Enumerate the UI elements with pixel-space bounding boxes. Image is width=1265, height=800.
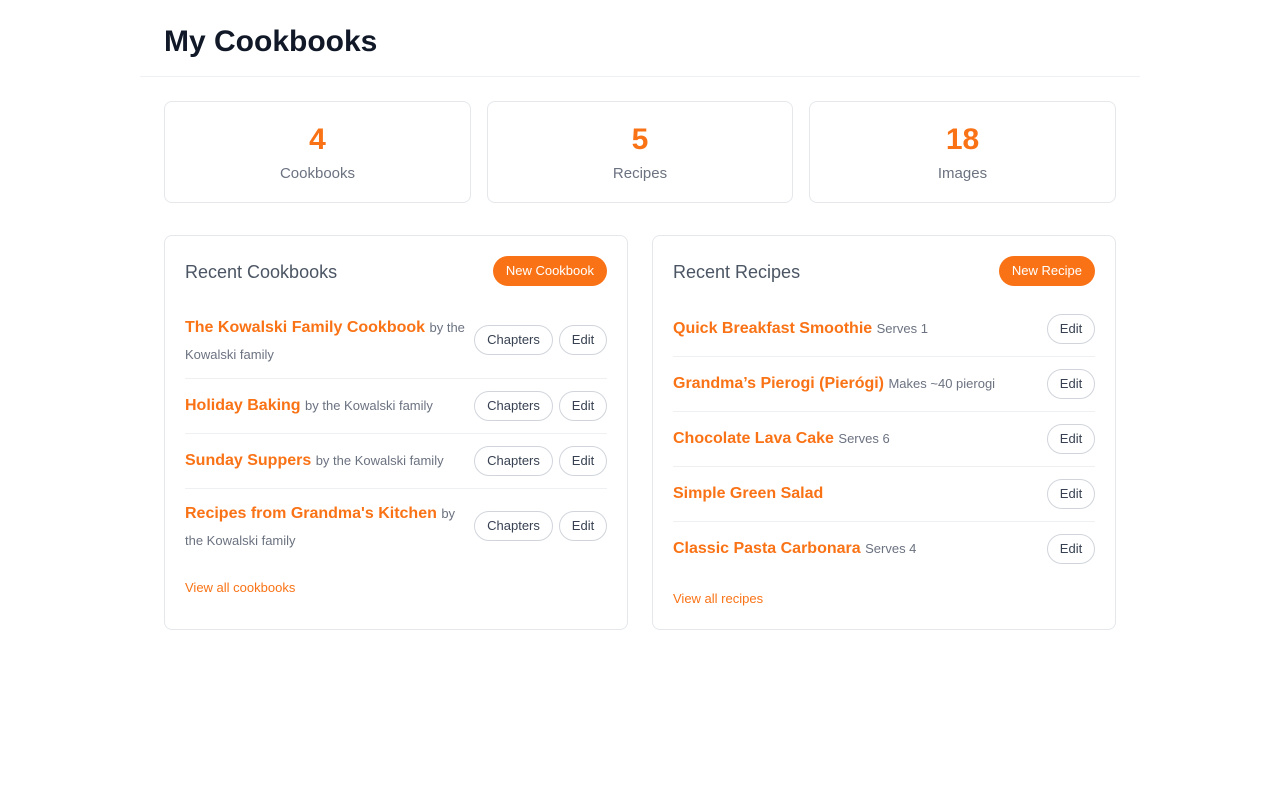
chapters-button[interactable]: Chapters [474,446,553,476]
recipe-title-link[interactable]: Classic Pasta Carbonara [673,540,861,557]
new-cookbook-button[interactable]: New Cookbook [492,256,607,286]
stat-card-images: 18 Images [809,101,1116,203]
cookbook-row: Sunday Suppers by the Kowalski family Ch… [185,434,607,489]
page-title: My Cookbooks [164,25,378,58]
stat-label: Images [937,165,988,182]
cookbook-text: The Kowalski Family Cookbook by the Kowa… [185,314,465,368]
recipe-text: Quick Breakfast Smoothie Serves 1 [673,315,928,342]
cookbook-title-link[interactable]: Sunday Suppers [185,452,311,469]
recipe-title-link[interactable]: Simple Green Salad [673,485,823,502]
cookbook-text: Recipes from Grandma's Kitchen by the Ko… [185,500,465,554]
recipe-text: Grandma’s Pierogi (Pierógi) Makes ~40 pi… [673,370,995,397]
recipe-title-link[interactable]: Quick Breakfast Smoothie [673,320,872,337]
recipe-row: Classic Pasta Carbonara Serves 4 Edit [673,522,1095,577]
stat-value: 18 [945,123,980,156]
new-recipe-button[interactable]: New Recipe [998,256,1095,286]
chapters-button[interactable]: Chapters [474,325,553,355]
cookbook-title-link[interactable]: The Kowalski Family Cookbook [185,319,425,336]
edit-button[interactable]: Edit [559,325,607,355]
recipe-yield: Serves 4 [865,541,917,556]
page-header: My Cookbooks [140,0,1140,77]
edit-button[interactable]: Edit [559,446,607,476]
recipe-title-link[interactable]: Grandma’s Pierogi (Pierógi) [673,375,884,392]
recipe-yield: Makes ~40 pierogi [888,376,996,391]
recipe-yield: Serves 6 [838,431,890,446]
edit-button[interactable]: Edit [559,511,607,541]
recipe-yield: Serves 1 [876,321,928,336]
chapters-button[interactable]: Chapters [474,511,553,541]
recipe-text: Classic Pasta Carbonara Serves 4 [673,535,916,562]
recent-cookbooks-panel: Recent Cookbooks New Cookbook The Kowals… [164,235,628,630]
recipe-row: Quick Breakfast Smoothie Serves 1 Edit [673,302,1095,357]
view-all-recipes-link[interactable]: View all recipes [673,590,763,608]
chapters-button[interactable]: Chapters [474,391,553,421]
recipe-text: Chocolate Lava Cake Serves 6 [673,425,890,452]
edit-button[interactable]: Edit [559,391,607,421]
panel-title: Recent Recipes [673,262,801,282]
recipe-row: Grandma’s Pierogi (Pierógi) Makes ~40 pi… [673,357,1095,412]
cookbook-text: Holiday Baking by the Kowalski family [185,392,465,419]
cookbook-title-link[interactable]: Recipes from Grandma's Kitchen [185,505,437,522]
edit-button[interactable]: Edit [1047,369,1095,399]
recipe-title-link[interactable]: Chocolate Lava Cake [673,430,834,447]
edit-button[interactable]: Edit [1047,534,1095,564]
recipe-row: Chocolate Lava Cake Serves 6 Edit [673,412,1095,467]
stat-value: 5 [631,123,649,156]
cookbook-row: The Kowalski Family Cookbook by the Kowa… [185,310,607,379]
recipe-text: Simple Green Salad [673,480,823,507]
stat-value: 4 [309,123,326,156]
edit-button[interactable]: Edit [1047,424,1095,454]
cookbook-row: Holiday Baking by the Kowalski family Ch… [185,379,607,434]
cookbook-title-link[interactable]: Holiday Baking [185,397,301,414]
edit-button[interactable]: Edit [1047,314,1095,344]
cookbook-text: Sunday Suppers by the Kowalski family [185,447,465,474]
view-all-cookbooks-link[interactable]: View all cookbooks [185,579,295,597]
stat-card-cookbooks: 4 Cookbooks [164,101,471,203]
cookbook-row: Recipes from Grandma's Kitchen by the Ko… [185,489,607,558]
recipe-row: Simple Green Salad Edit [673,467,1095,522]
stat-label: Cookbooks [279,165,356,182]
edit-button[interactable]: Edit [1047,479,1095,509]
stat-label: Recipes [612,165,668,182]
recent-recipes-panel: Recent Recipes New Recipe Quick Breakfas… [652,235,1116,630]
panel-title: Recent Cookbooks [185,262,338,282]
cookbook-author: by the Kowalski family [315,453,444,468]
cookbook-author: by the Kowalski family [305,398,433,413]
stat-card-recipes: 5 Recipes [487,101,793,203]
